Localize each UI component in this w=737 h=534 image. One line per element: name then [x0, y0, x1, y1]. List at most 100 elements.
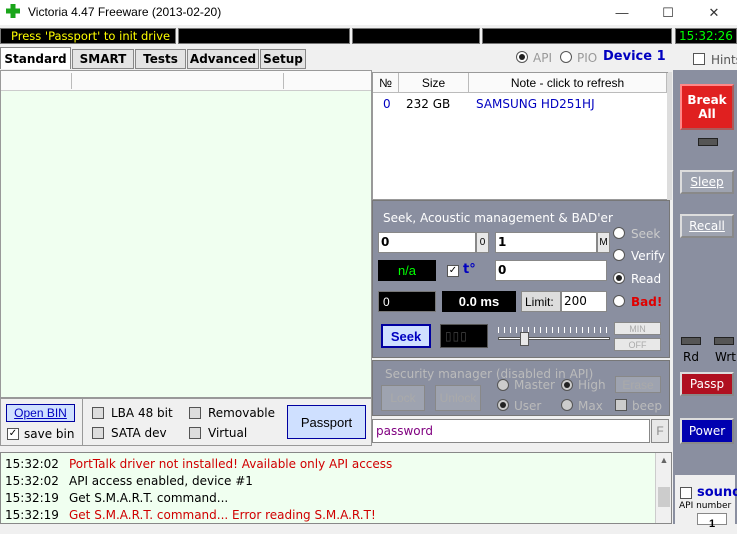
log-time: 15:32:02	[5, 474, 59, 488]
right-panel: Break All Sleep Recall Rd Wrt Passp Powe…	[673, 70, 737, 530]
log-text: PortTalk driver not installed! Available…	[69, 457, 393, 471]
password-f-button[interactable]: F	[651, 419, 669, 443]
erase-button[interactable]: Erase	[615, 376, 661, 393]
drive-note: SAMSUNG HD251HJ	[476, 97, 595, 111]
maximize-button[interactable]: ☐	[645, 0, 691, 25]
temperature-checkbox[interactable]: ✓	[447, 265, 459, 277]
sata-checkbox[interactable]	[92, 427, 104, 439]
mode-seek-label: Seek	[631, 227, 661, 241]
window-title: Victoria 4.47 Freeware (2013-02-20)	[28, 5, 222, 19]
status-segment	[352, 28, 480, 44]
break-all-button[interactable]: Break All	[680, 84, 734, 130]
high-radio[interactable]	[561, 379, 573, 391]
rd-indicator	[681, 337, 701, 345]
log-text: Get S.M.A.R.T. command... Error reading …	[69, 508, 376, 522]
clock: 15:32:26	[675, 28, 737, 44]
hints-checkbox[interactable]	[693, 53, 705, 65]
virtual-checkbox[interactable]	[189, 427, 201, 439]
sleep-button[interactable]: Sleep	[680, 170, 734, 194]
log-text: Get S.M.A.R.T. command...	[69, 491, 229, 505]
wrt-label: Wrt	[715, 350, 736, 364]
passp-button[interactable]: Passp	[680, 372, 734, 396]
api-label: API	[533, 51, 552, 65]
status-segment	[482, 28, 672, 44]
seek-button[interactable]: Seek	[381, 324, 431, 348]
acoustic-slider-thumb[interactable]	[520, 332, 529, 346]
tab-smart[interactable]: SMART	[72, 49, 134, 69]
beep-checkbox[interactable]	[615, 399, 627, 411]
log-row: 15:32:19 Get S.M.A.R.T. command... Error…	[5, 508, 376, 525]
api-number-input[interactable]: 1	[697, 513, 727, 530]
mode-verify-radio[interactable]	[613, 249, 625, 261]
unlock-button[interactable]: Unlock	[435, 385, 481, 411]
title-bar: Victoria 4.47 Freeware (2013-02-20) — ☐ …	[0, 0, 737, 25]
passport-button[interactable]: Passport	[287, 405, 366, 439]
pio-radio[interactable]	[560, 51, 572, 63]
removable-checkbox[interactable]	[189, 407, 201, 419]
status-bar: Press 'Passport' to init drive 15:32:26	[0, 27, 737, 45]
sound-checkbox[interactable]	[680, 487, 692, 499]
power-button[interactable]: Power	[680, 418, 734, 444]
mode-read-label: Read	[631, 272, 662, 286]
end-lba-button[interactable]: M	[597, 232, 610, 253]
scroll-thumb[interactable]	[658, 487, 670, 507]
drive-list[interactable]: № Size Note - click to refresh 0 232 GB …	[372, 72, 669, 201]
aam-input[interactable]: 0	[495, 260, 607, 281]
tab-setup[interactable]: Setup	[260, 49, 306, 69]
options-panel: Open BIN ✓ save bin LBA 48 bit SATA dev …	[0, 398, 372, 446]
password-input[interactable]: password	[372, 419, 650, 443]
removable-label: Removable	[208, 406, 276, 420]
log-time: 15:32:19	[5, 508, 59, 522]
off-button[interactable]: OFF	[614, 338, 661, 351]
recall-button[interactable]: Recall	[680, 214, 734, 238]
virtual-label: Virtual	[208, 426, 248, 440]
api-radio[interactable]	[516, 51, 528, 63]
device-label[interactable]: Device 1	[603, 49, 666, 64]
minimize-button[interactable]: —	[599, 0, 645, 25]
status-segment	[178, 28, 350, 44]
start-lba-input[interactable]: 0	[378, 232, 476, 253]
tab-standard[interactable]: Standard	[0, 47, 71, 69]
lba48-checkbox[interactable]	[92, 407, 104, 419]
lock-button[interactable]: Lock	[381, 385, 425, 411]
seek-indicator: ▯▯▯	[440, 324, 488, 348]
table-row[interactable]: 0 232 GB SAMSUNG HD251HJ	[373, 95, 667, 113]
end-lba-input[interactable]: 1	[495, 232, 597, 253]
scroll-up-icon[interactable]: ▲	[656, 455, 672, 469]
mode-bad-label: Bad!	[631, 295, 663, 309]
col-header-num[interactable]: №	[373, 73, 399, 93]
user-radio[interactable]	[497, 399, 509, 411]
max-radio[interactable]	[561, 399, 573, 411]
limit-input[interactable]: 200	[561, 291, 607, 312]
min-button[interactable]: MIN	[614, 322, 661, 335]
rd-label: Rd	[683, 350, 699, 364]
master-radio[interactable]	[497, 379, 509, 391]
security-panel: Security manager (disabled in API) Lock …	[372, 360, 670, 416]
seek-panel: Seek, Acoustic management & BAD'er 0 0 1…	[372, 200, 670, 358]
start-lba-button[interactable]: 0	[476, 232, 489, 253]
col-header-note[interactable]: Note - click to refresh	[469, 73, 667, 93]
log-scrollbar[interactable]: ▲	[655, 453, 671, 523]
limit-label: Limit:	[521, 291, 561, 312]
save-bin-label: save bin	[24, 427, 75, 441]
api-number-label: API number	[679, 501, 732, 511]
open-bin-button[interactable]: Open BIN	[6, 404, 75, 422]
col-header-size[interactable]: Size	[399, 73, 469, 93]
pio-label: PIO	[577, 51, 598, 65]
mode-read-radio[interactable]	[613, 272, 625, 284]
block-count-display: 0	[378, 291, 436, 312]
ms-display: 0.0 ms	[442, 291, 516, 312]
log-row: 15:32:02 API access enabled, device #1	[5, 474, 253, 491]
tab-advanced[interactable]: Advanced	[187, 49, 259, 69]
mode-seek-radio[interactable]	[613, 227, 625, 239]
save-bin-checkbox[interactable]: ✓	[7, 428, 19, 440]
sound-label: sound	[697, 485, 737, 500]
mode-bad-radio[interactable]	[613, 295, 625, 307]
status-message: Press 'Passport' to init drive	[0, 28, 176, 44]
close-button[interactable]: ✕	[691, 0, 737, 25]
log-row: 15:32:19 Get S.M.A.R.T. command...	[5, 491, 228, 508]
tab-tests[interactable]: Tests	[135, 49, 186, 69]
break-indicator	[698, 138, 718, 146]
drive-size: 232 GB	[406, 97, 451, 111]
acoustic-slider[interactable]	[498, 327, 610, 347]
